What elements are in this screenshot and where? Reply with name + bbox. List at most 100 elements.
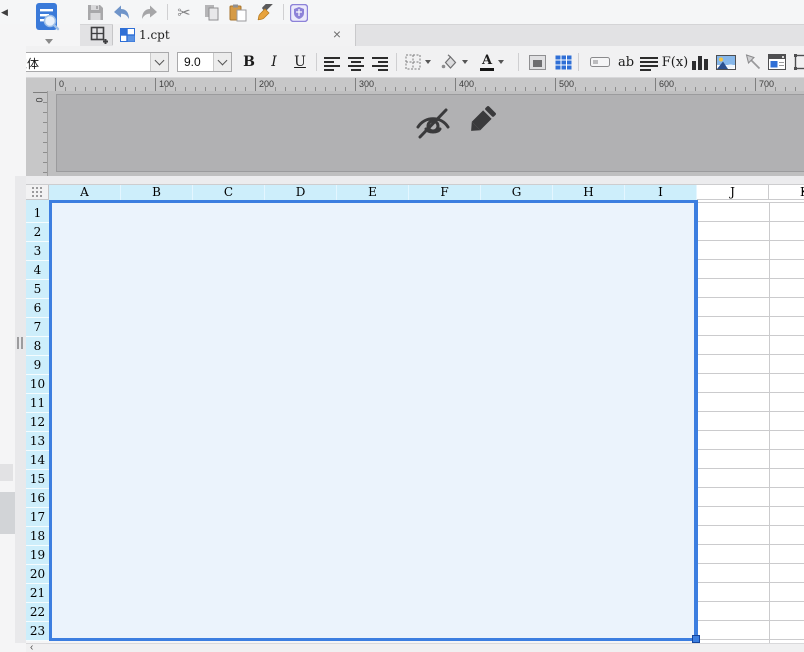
ruler-tick-label: 400 — [459, 79, 474, 89]
row-header-9[interactable]: 9 — [26, 356, 49, 375]
align-center-button[interactable] — [348, 50, 368, 74]
align-left-button[interactable] — [324, 50, 344, 74]
insert-text-button[interactable]: ab — [616, 50, 636, 74]
tab-close-icon[interactable]: × — [333, 26, 341, 42]
splitter-grip[interactable] — [17, 337, 24, 349]
column-header-F[interactable]: F — [409, 185, 481, 200]
font-size-select[interactable]: 9.0 — [177, 52, 232, 72]
ab-label: ab — [618, 55, 634, 70]
ruler-tick-label: 500 — [559, 79, 574, 89]
save-button[interactable] — [85, 3, 105, 22]
row-header-3[interactable]: 3 — [26, 242, 49, 261]
rich-text-button[interactable] — [640, 50, 662, 74]
redo-icon — [140, 4, 159, 21]
column-header-J[interactable]: J — [697, 185, 769, 200]
insert-report-block-button[interactable] — [766, 50, 788, 74]
collapsed-panel-tab[interactable] — [0, 492, 15, 534]
row-header-10[interactable]: 10 — [26, 375, 49, 394]
row-header-1[interactable]: 1 — [26, 204, 49, 223]
column-header-E[interactable]: E — [337, 185, 409, 200]
new-template-button[interactable] — [86, 25, 113, 45]
insert-widget-button[interactable] — [588, 50, 612, 74]
column-header-K[interactable]: K — [769, 185, 804, 200]
font-color-button[interactable]: A — [474, 50, 510, 74]
brush-icon — [256, 4, 275, 22]
ruler-major-tick — [255, 78, 256, 91]
column-header-C[interactable]: C — [193, 185, 265, 200]
row-header-17[interactable]: 17 — [26, 508, 49, 527]
horizontal-scrollbar[interactable]: ‹ — [26, 643, 804, 652]
hide-pane-button[interactable] — [413, 106, 453, 143]
grip-bar — [17, 337, 19, 349]
ruler-minor-tick — [43, 112, 47, 113]
font-size-dropdown-button[interactable] — [213, 53, 231, 71]
row-header-15[interactable]: 15 — [26, 470, 49, 489]
align-right-button[interactable] — [372, 50, 392, 74]
select-all-corner[interactable] — [26, 185, 49, 200]
column-header-H[interactable]: H — [553, 185, 625, 200]
edit-pane-button[interactable] — [464, 103, 498, 142]
ruler-origin-tick — [33, 92, 47, 93]
font-family-dropdown-button[interactable] — [150, 53, 168, 71]
row-header-11[interactable]: 11 — [26, 394, 49, 413]
underline-button[interactable]: U — [290, 50, 310, 74]
merge-cells-button[interactable] — [526, 50, 548, 74]
row-header-21[interactable]: 21 — [26, 584, 49, 603]
underline-label: U — [294, 54, 306, 70]
row-header-23[interactable]: 23 — [26, 622, 49, 641]
row-header-18[interactable]: 18 — [26, 527, 49, 546]
row-header-22[interactable]: 22 — [26, 603, 49, 622]
undo-button[interactable] — [111, 3, 131, 22]
bold-button[interactable]: B — [239, 50, 259, 74]
chevron-down-icon — [218, 56, 228, 66]
row-header-4[interactable]: 4 — [26, 261, 49, 280]
ruler-tick-label: 0 — [59, 79, 64, 89]
insert-table-button[interactable] — [552, 50, 574, 74]
scroll-left-arrow-icon[interactable]: ‹ — [30, 643, 33, 652]
row-header-2[interactable]: 2 — [26, 223, 49, 242]
toolbar-separator — [283, 4, 284, 20]
italic-button[interactable]: I — [264, 50, 284, 74]
redo-button[interactable] — [139, 3, 159, 22]
copy-button[interactable] — [201, 3, 221, 22]
column-header-I[interactable]: I — [625, 185, 697, 200]
ruler-tick-label: 100 — [159, 79, 174, 89]
insert-line-button[interactable] — [742, 50, 764, 74]
column-header-D[interactable]: D — [265, 185, 337, 200]
row-header-20[interactable]: 20 — [26, 565, 49, 584]
row-header-6[interactable]: 6 — [26, 299, 49, 318]
collapsed-panel-tab[interactable] — [0, 464, 13, 481]
paste-button[interactable] — [228, 3, 248, 22]
row-header-5[interactable]: 5 — [26, 280, 49, 299]
insert-shape-button[interactable] — [792, 50, 804, 74]
insert-chart-button[interactable] — [690, 50, 710, 74]
ruler-minor-tick — [43, 132, 47, 133]
selection-resize-handle[interactable] — [692, 635, 700, 643]
row-header-19[interactable]: 19 — [26, 546, 49, 565]
save-icon — [87, 4, 104, 21]
guard-button[interactable] — [289, 3, 309, 22]
column-header-G[interactable]: G — [481, 185, 553, 200]
insert-image-button[interactable] — [714, 50, 738, 74]
font-family-select[interactable]: 宋体 — [8, 52, 169, 72]
fill-color-button[interactable] — [438, 50, 470, 74]
row-header-13[interactable]: 13 — [26, 432, 49, 451]
tab-1cpt[interactable]: 1.cpt × — [113, 24, 356, 46]
cut-button[interactable]: ✂ — [174, 3, 194, 22]
ruler-major-tick — [155, 78, 156, 91]
insert-formula-button[interactable]: F(x) — [662, 50, 688, 74]
template-menu-button[interactable] — [34, 2, 66, 44]
toolbar-separator — [396, 53, 397, 71]
column-header-A[interactable]: A — [49, 185, 121, 200]
ruler-tick-label: 600 — [659, 79, 674, 89]
row-header-7[interactable]: 7 — [26, 318, 49, 337]
row-header-16[interactable]: 16 — [26, 489, 49, 508]
column-header-B[interactable]: B — [121, 185, 193, 200]
borders-button[interactable] — [402, 50, 434, 74]
row-header-14[interactable]: 14 — [26, 451, 49, 470]
row-header-12[interactable]: 12 — [26, 413, 49, 432]
format-painter-button[interactable] — [255, 3, 275, 22]
row-header-8[interactable]: 8 — [26, 337, 49, 356]
cell-selection-region[interactable] — [49, 200, 698, 641]
collapse-left-arrow-icon[interactable]: ◀ — [1, 7, 8, 17]
